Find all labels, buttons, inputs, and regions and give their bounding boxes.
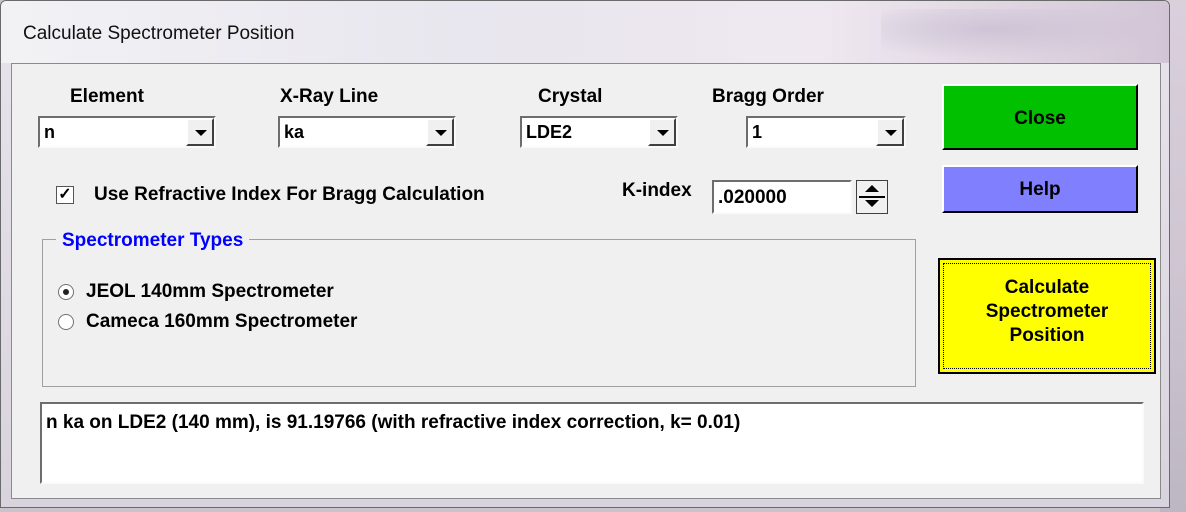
refractive-index-label: Use Refractive Index For Bragg Calculati… xyxy=(94,184,485,205)
window-title: Calculate Spectrometer Position xyxy=(23,23,295,44)
element-value: n xyxy=(44,122,55,142)
xray-line-combo[interactable]: ka xyxy=(278,116,456,148)
element-combo[interactable]: n xyxy=(38,116,216,148)
cameca-option-label[interactable]: Cameca 160mm Spectrometer xyxy=(86,311,357,333)
radio-selected-dot xyxy=(63,289,69,295)
help-button[interactable]: Help xyxy=(942,165,1138,213)
crystal-combo[interactable]: LDE2 xyxy=(520,116,678,148)
dialog-client-area: Element n X-Ray Line ka Crystal LDE2 Bra… xyxy=(11,63,1161,499)
xray-line-value: ka xyxy=(284,122,305,142)
bragg-order-value: 1 xyxy=(752,122,763,142)
bragg-order-label: Bragg Order xyxy=(712,86,824,107)
bragg-order-combo[interactable]: 1 xyxy=(746,116,906,148)
close-button[interactable]: Close xyxy=(942,84,1138,150)
calculate-button-line1: Calculate xyxy=(1004,277,1090,298)
spin-down-icon[interactable] xyxy=(861,197,883,211)
jeol-option-label[interactable]: JEOL 140mm Spectrometer xyxy=(86,281,334,303)
calculate-position-button[interactable]: Calculate Spectrometer Position xyxy=(938,258,1156,374)
xray-line-label: X-Ray Line xyxy=(280,86,379,107)
spectrometer-types-title: Spectrometer Types xyxy=(56,230,250,252)
title-bar[interactable]: Calculate Spectrometer Position xyxy=(1,1,1169,63)
crystal-value: LDE2 xyxy=(526,122,573,142)
result-output-box[interactable]: n ka on LDE2 (140 mm), is 91.19766 (with… xyxy=(40,402,1144,484)
chevron-down-icon[interactable] xyxy=(186,118,214,146)
chevron-down-icon[interactable] xyxy=(876,118,904,146)
spin-up-icon[interactable] xyxy=(861,182,883,196)
cameca-radio[interactable] xyxy=(58,314,74,330)
crystal-label: Crystal xyxy=(538,86,603,107)
result-text: n ka on LDE2 (140 mm), is 91.19766 (with… xyxy=(46,412,741,433)
k-index-label: K-index xyxy=(622,180,692,201)
refractive-index-checkbox[interactable]: ✓ xyxy=(56,186,74,204)
chevron-down-icon[interactable] xyxy=(426,118,454,146)
jeol-radio[interactable] xyxy=(58,284,74,300)
element-label: Element xyxy=(70,86,144,107)
calculate-button-line3: Position xyxy=(1009,325,1085,346)
k-index-input[interactable]: .020000 xyxy=(712,180,852,214)
title-bar-backdrop xyxy=(881,9,1161,59)
calculate-button-line2: Spectrometer xyxy=(985,301,1109,322)
k-index-spinner[interactable] xyxy=(856,180,888,214)
chevron-down-icon[interactable] xyxy=(648,118,676,146)
dialog-window: Calculate Spectrometer Position Element … xyxy=(0,0,1170,508)
